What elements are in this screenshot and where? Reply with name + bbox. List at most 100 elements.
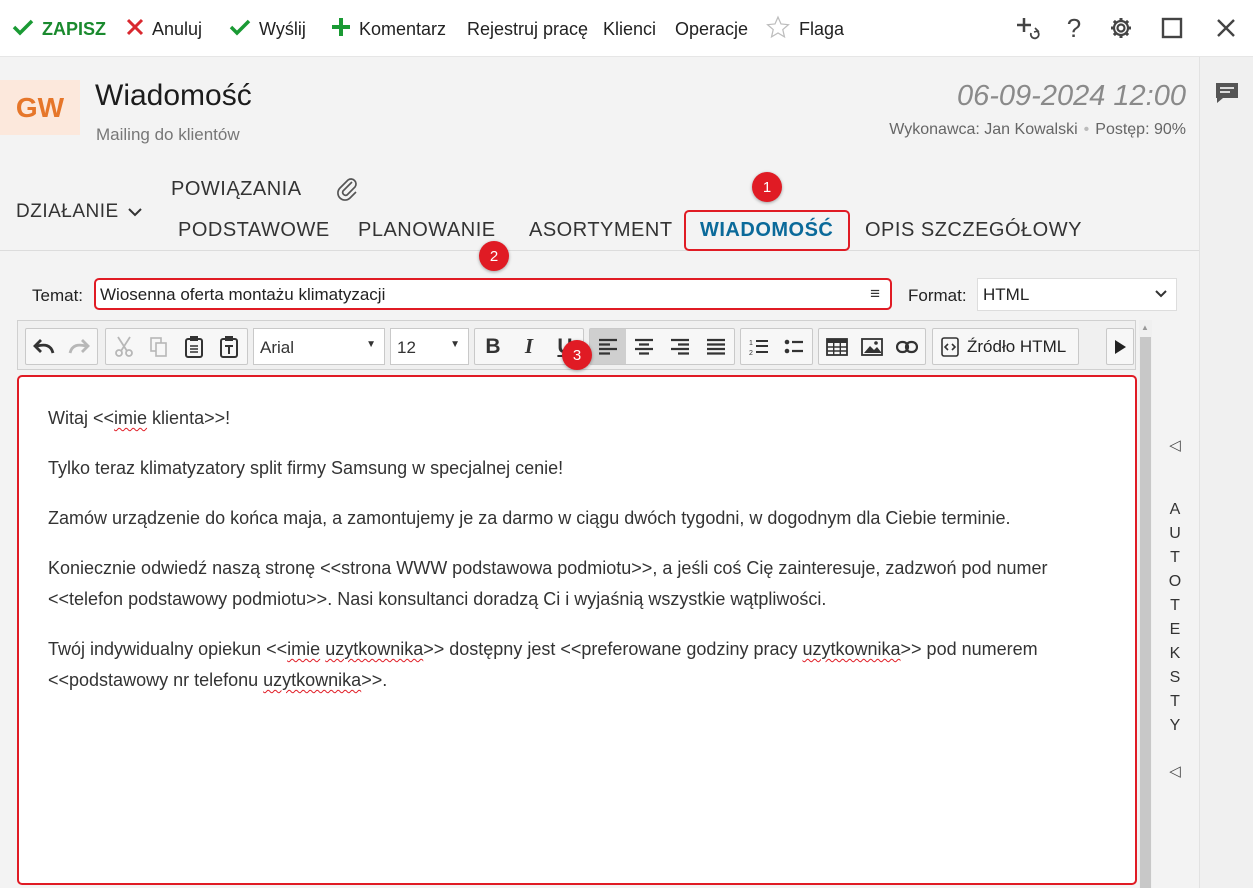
tab-planning[interactable]: PLANOWANIE <box>358 219 496 242</box>
scissors-icon <box>114 336 133 357</box>
executor-text[interactable]: Wykonawca: Jan Kowalski <box>889 121 1077 138</box>
bullet-list-button[interactable] <box>777 329 813 364</box>
tab-links[interactable]: POWIĄZANIA <box>171 178 302 201</box>
check-icon <box>229 18 251 40</box>
tab-basic[interactable]: PODSTAWOWE <box>178 219 330 242</box>
avatar: GW <box>0 80 80 135</box>
copy-button[interactable] <box>141 329 176 364</box>
close-window-button[interactable] <box>1210 12 1242 44</box>
close-window-icon <box>1217 19 1235 37</box>
send-button[interactable]: Wyślij <box>229 15 306 43</box>
add-link-icon <box>1017 18 1040 40</box>
undo-button[interactable] <box>26 329 62 364</box>
spellcheck-mark[interactable]: uzytkownika <box>325 639 423 659</box>
align-right-button[interactable] <box>662 329 698 364</box>
autotexts-letter: T <box>1170 597 1180 614</box>
settings-button[interactable] <box>1105 12 1137 44</box>
align-justify-button[interactable] <box>698 329 734 364</box>
autotexts-letter: Y <box>1169 717 1181 734</box>
star-icon <box>765 15 791 44</box>
paperclip-icon <box>337 178 357 201</box>
autotexts-letter: K <box>1169 645 1181 662</box>
italic-button[interactable]: I <box>511 329 547 364</box>
align-justify-icon <box>707 338 725 355</box>
tab-assortment[interactable]: ASORTYMENT <box>529 219 673 242</box>
action-menu-label: DZIAŁANIE <box>16 201 119 222</box>
action-menu[interactable]: DZIAŁANIE <box>16 201 143 223</box>
save-button[interactable]: ZAPISZ <box>12 15 106 43</box>
right-rail <box>1199 57 1253 888</box>
history-group <box>25 328 98 365</box>
font-family-value: Arial <box>260 338 295 357</box>
insert-group <box>818 328 926 365</box>
flag-label: Flaga <box>799 18 845 39</box>
editor-scrollbar[interactable]: ▲ <box>1139 320 1152 888</box>
close-icon <box>126 18 144 40</box>
body-paragraph: Zamów urządzenie do końca maja, a zamont… <box>48 508 1011 528</box>
message-body-editor[interactable]: Witaj <<imie klienta>>! Tylko teraz klim… <box>17 375 1137 885</box>
autotexts-panel-toggle[interactable]: ◁ AUTOTEKSTY ◁ <box>1160 436 1190 780</box>
comment-button[interactable]: Komentarz <box>331 15 446 43</box>
autotexts-letter: A <box>1169 501 1181 518</box>
numbered-list-icon: 12 <box>749 339 768 357</box>
html-source-button[interactable]: Źródło HTML <box>932 328 1079 365</box>
send-label: Wyślij <box>259 18 306 39</box>
insert-link-button[interactable] <box>890 329 925 364</box>
autotexts-letter: S <box>1169 669 1181 686</box>
spellcheck-mark[interactable]: imie <box>287 639 320 659</box>
insert-image-button[interactable] <box>854 329 889 364</box>
cut-button[interactable] <box>106 329 141 364</box>
bold-icon: B <box>485 334 501 358</box>
font-family-select[interactable]: Arial ▼ <box>253 328 385 365</box>
maximize-button[interactable] <box>1156 12 1188 44</box>
autotexts-letter: U <box>1169 525 1181 542</box>
gear-icon <box>1111 18 1131 38</box>
subject-field[interactable]: Wiosenna oferta montażu klimatyzacji ≡ <box>94 278 892 310</box>
operations-button[interactable]: Operacje <box>675 15 748 43</box>
comment-label: Komentarz <box>359 18 447 39</box>
help-button[interactable]: ? <box>1058 12 1090 44</box>
attachments-button[interactable] <box>335 176 359 208</box>
menu-icon[interactable]: ≡ <box>870 284 880 304</box>
align-center-button[interactable] <box>626 329 662 364</box>
subject-value: Wiosenna oferta montażu klimatyzacji <box>100 285 386 304</box>
clients-button[interactable]: Klienci <box>603 15 656 43</box>
record-meta: Wykonawca: Jan Kowalski • Postęp: 90% <box>889 121 1186 139</box>
log-work-button[interactable]: Rejestruj pracę <box>467 15 588 43</box>
top-toolbar: ZAPISZ Anuluj Wyślij Komentarz Rejestruj… <box>0 0 1253 57</box>
chevron-down-icon <box>128 208 143 217</box>
tab-detailed-description[interactable]: OPIS SZCZEGÓŁOWY <box>865 219 1082 242</box>
operations-label: Operacje <box>675 18 749 39</box>
font-size-select[interactable]: 12 ▼ <box>390 328 469 365</box>
paste-text-icon <box>219 335 238 358</box>
scrollbar-thumb[interactable] <box>1140 337 1151 888</box>
record-date[interactable]: 06-09-2024 12:00 <box>957 80 1186 113</box>
tabs-area: DZIAŁANIE POWIĄZANIA PODSTAWOWE PLANOWAN… <box>0 169 1199 251</box>
spellcheck-mark[interactable]: imie <box>114 408 147 428</box>
add-link-button[interactable] <box>1012 12 1044 44</box>
autotexts-letter: T <box>1170 693 1180 710</box>
subject-label: Temat: <box>32 286 84 305</box>
spellcheck-mark[interactable]: uzytkownika <box>802 639 900 659</box>
cancel-button[interactable]: Anuluj <box>126 15 202 43</box>
scroll-up-icon[interactable]: ▲ <box>1141 323 1149 332</box>
redo-button[interactable] <box>62 329 98 364</box>
spellcheck-mark[interactable]: uzytkownika <box>263 670 361 690</box>
progress-text[interactable]: Postęp: 90% <box>1095 121 1186 138</box>
align-left-button[interactable] <box>590 329 626 364</box>
flag-button[interactable]: Flaga <box>765 15 844 43</box>
paste-button[interactable] <box>176 329 211 364</box>
toolbar-more-button[interactable] <box>1106 328 1134 365</box>
help-icon: ? <box>1066 12 1082 43</box>
paste-icon <box>184 335 203 358</box>
comments-toggle[interactable] <box>1214 81 1240 110</box>
autotexts-letter: O <box>1168 573 1182 590</box>
format-select[interactable]: HTML <box>977 278 1177 311</box>
numbered-list-button[interactable]: 12 <box>741 329 777 364</box>
check-icon <box>12 18 34 40</box>
insert-table-button[interactable] <box>819 329 854 364</box>
format-label: Format: <box>908 286 967 305</box>
paste-text-button[interactable] <box>211 329 246 364</box>
bold-button[interactable]: B <box>475 329 511 364</box>
autotexts-letter: E <box>1169 621 1181 638</box>
